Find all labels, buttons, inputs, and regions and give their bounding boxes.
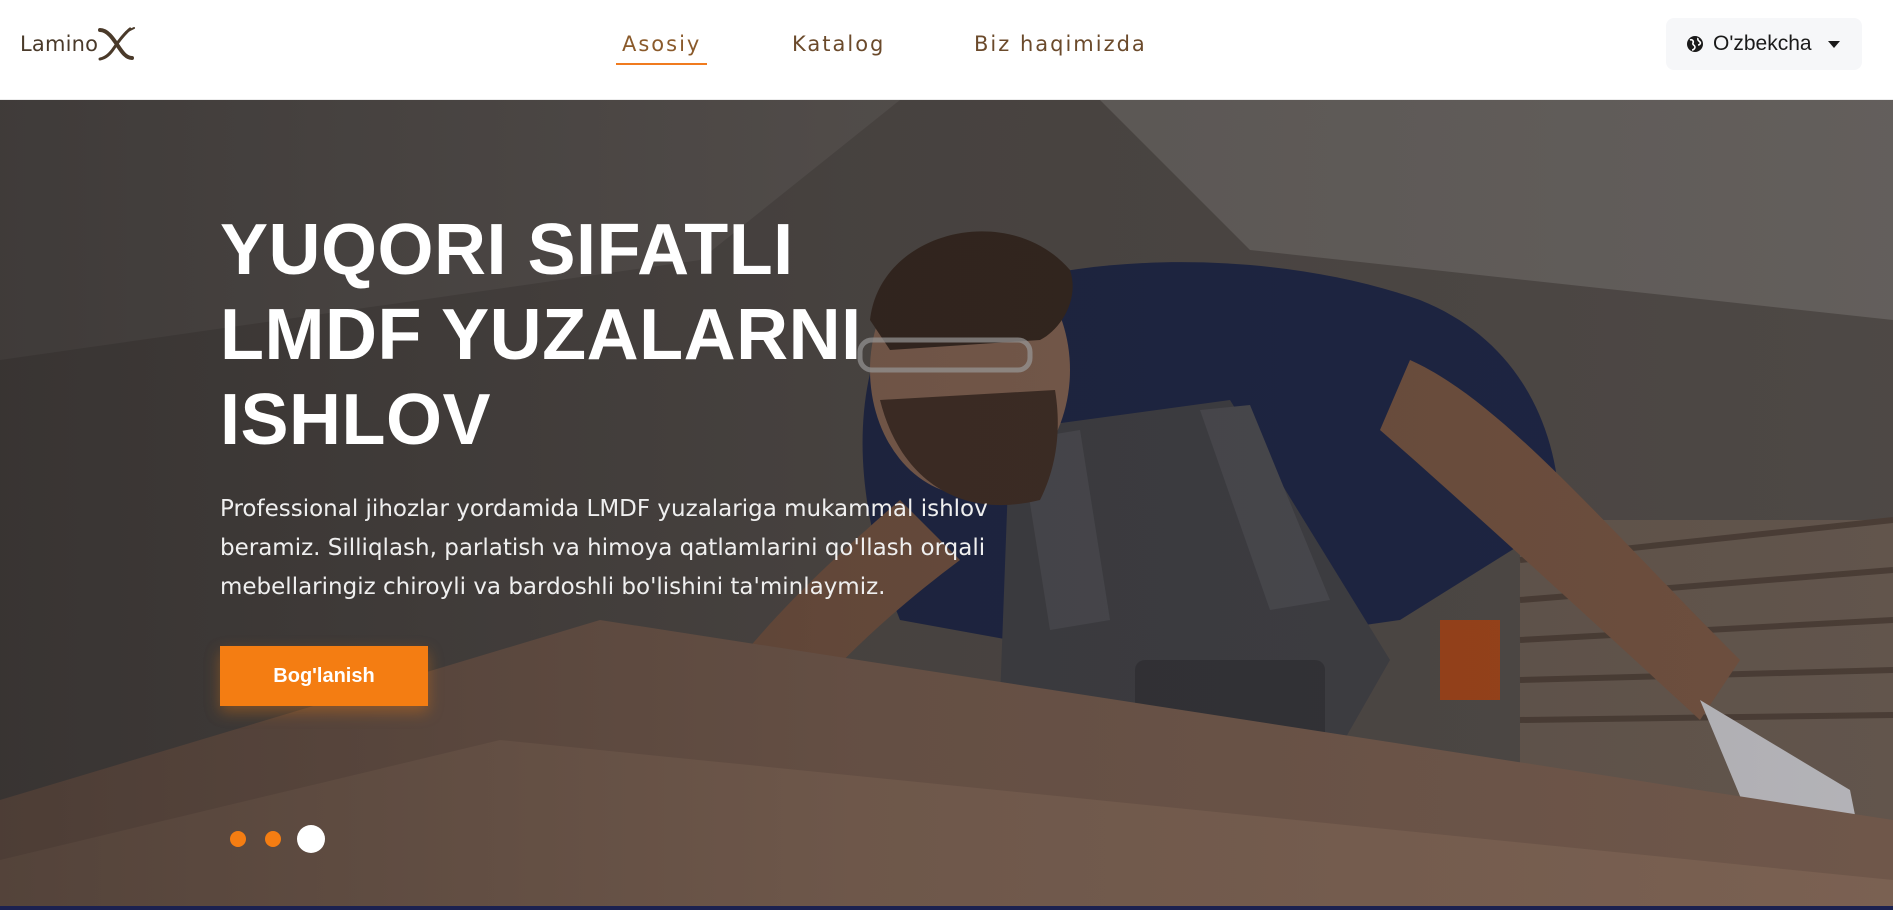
language-label: O'zbekcha: [1713, 32, 1812, 55]
carousel-dot-3-active[interactable]: [297, 825, 325, 853]
carousel-dot-1[interactable]: [230, 831, 246, 847]
carousel-dot-2[interactable]: [265, 831, 281, 847]
hero-description-line: mebellaringiz chiroyli va bardoshli bo'l…: [220, 574, 886, 600]
hero-title: YUQORI SIFATLI LMDF YUZALARNI ISHLOV: [220, 208, 980, 463]
hero-description-line: Professional jihozlar yordamida LMDF yuz…: [220, 496, 988, 522]
caret-down-icon: [1827, 40, 1840, 48]
globe-icon: [1687, 36, 1703, 52]
hero-description: Professional jihozlar yordamida LMDF yuz…: [220, 490, 1020, 607]
nav-item-biz-haqimizda[interactable]: Biz haqimizda: [974, 28, 1147, 68]
hero-title-line: ISHLOV: [220, 380, 492, 460]
language-selector[interactable]: O'zbekcha: [1666, 18, 1862, 70]
site-header: Lamino Asosiy Katalog Biz haqimizda O'zb…: [0, 0, 1893, 100]
hero-section: YUQORI SIFATLI LMDF YUZALARNI ISHLOV Pro…: [0, 100, 1893, 906]
hero-title-line: LMDF YUZALARNI: [220, 295, 862, 375]
nav-item-asosiy[interactable]: Asosiy: [615, 28, 708, 68]
hero-description-line: beramiz. Silliqlash, parlatish va himoya…: [220, 535, 986, 561]
bottom-strip: [0, 906, 1893, 910]
hero-title-line: YUQORI SIFATLI: [220, 210, 794, 290]
contact-button[interactable]: Bog'lanish: [220, 646, 428, 706]
nav-item-katalog[interactable]: Katalog: [792, 28, 885, 68]
main-nav: Asosiy Katalog Biz haqimizda: [0, 28, 1893, 68]
